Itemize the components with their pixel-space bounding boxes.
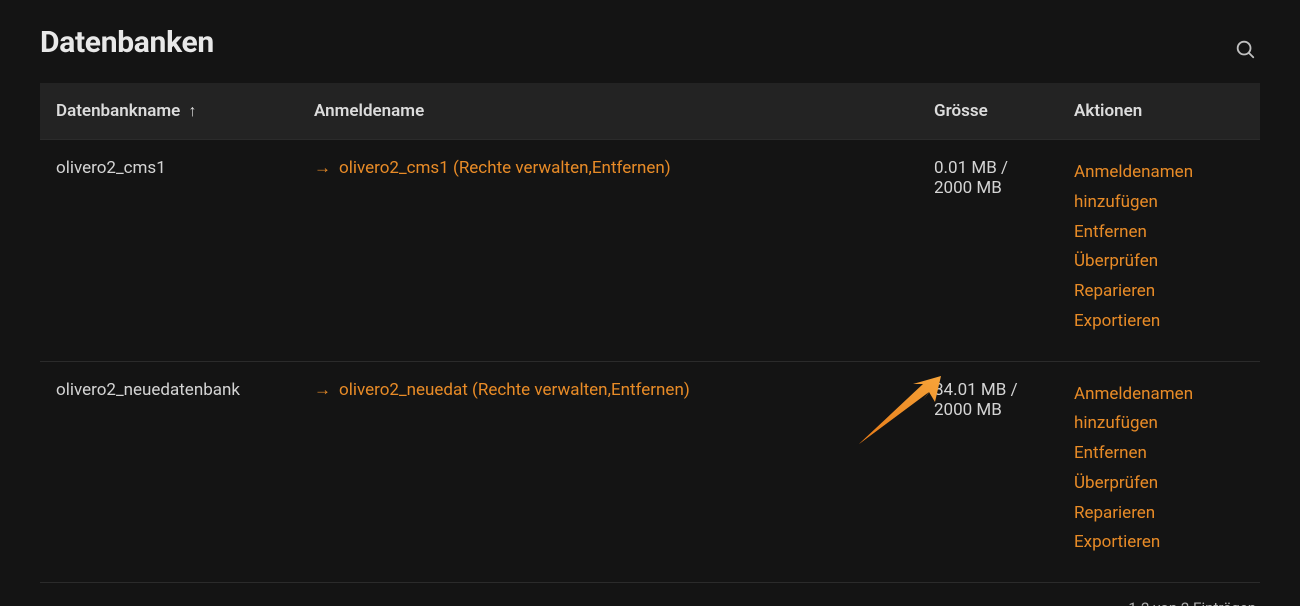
page-title: Datenbanken [40,25,214,60]
size-sep: / [1006,380,1017,400]
column-header-login[interactable]: Anmeldename [300,83,920,140]
action-check[interactable]: Überprüfen [1074,247,1246,277]
paren: ) [665,158,671,178]
db-name: olivero2_cms1 [40,140,300,362]
column-header-size[interactable]: Grösse [920,83,1060,140]
size-limit: 2000 MB [934,178,1002,198]
action-remove[interactable]: Entfernen [1074,439,1246,469]
size-used: 84.01 MB [934,380,1006,400]
login-link[interactable]: olivero2_cms1 [339,158,449,178]
size-limit: 2000 MB [934,400,1002,420]
db-name: olivero2_neuedatenbank [40,361,300,583]
db-login-cell: →olivero2_neuedat (Rechte verwalten,Entf… [300,361,920,583]
action-remove[interactable]: Entfernen [1074,218,1246,248]
action-export[interactable]: Exportieren [1074,307,1246,337]
arrow-right-icon: → [314,380,331,400]
size-sep: / [997,158,1008,178]
column-header-actions: Aktionen [1060,83,1260,140]
remove-login-link[interactable]: Entfernen [592,158,665,178]
action-add-login[interactable]: Anmeldenamen hinzufügen [1074,380,1246,440]
databases-table: Datenbankname ↑ Anmeldename Grösse Aktio… [40,83,1260,583]
db-actions: Anmeldenamen hinzufügen Entfernen Überpr… [1060,140,1260,362]
paren: ) [684,380,690,400]
pagination-text: 1-2 von 2 Einträgen [40,583,1260,606]
action-repair[interactable]: Reparieren [1074,277,1246,307]
column-header-name[interactable]: Datenbankname ↑ [40,83,300,140]
arrow-right-icon: → [314,158,331,178]
remove-login-link[interactable]: Entfernen [611,380,684,400]
action-export[interactable]: Exportieren [1074,528,1246,558]
login-link[interactable]: olivero2_neuedat [339,380,468,400]
search-icon [1234,38,1256,60]
action-add-login[interactable]: Anmeldenamen hinzufügen [1074,158,1246,218]
column-header-name-label: Datenbankname [56,101,180,121]
db-login-cell: →olivero2_cms1 (Rechte verwalten,Entfern… [300,140,920,362]
manage-rights-link[interactable]: Rechte verwalten [478,380,608,400]
table-row: olivero2_neuedatenbank → olivero2_neuedat… [40,361,1260,583]
sort-asc-icon: ↑ [189,101,197,121]
action-check[interactable]: Überprüfen [1074,469,1246,499]
search-button[interactable] [1230,34,1260,67]
table-row: olivero2_cms1 →olivero2_cms1 (Rechte ver… [40,140,1260,362]
page-header: Datenbanken [40,18,1260,67]
size-used: 0.01 MB [934,158,997,178]
manage-rights-link[interactable]: Rechte verwalten [459,158,589,178]
db-actions: Anmeldenamen hinzufügen Entfernen Überpr… [1060,361,1260,583]
db-size: 0.01 MB / 2000 MB [920,140,1060,362]
db-size: 84.01 MB / 2000 MB [920,361,1060,583]
action-repair[interactable]: Reparieren [1074,499,1246,529]
